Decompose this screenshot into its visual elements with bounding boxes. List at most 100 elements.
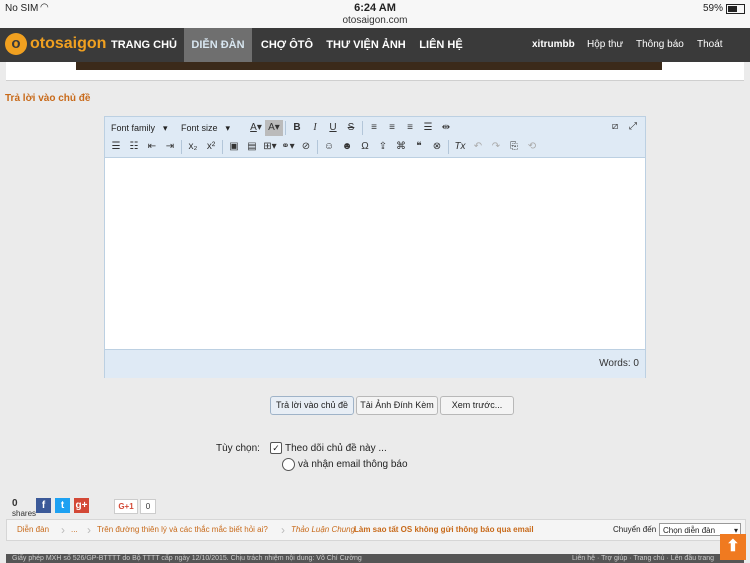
breadcrumb-subforum[interactable]: Trên đường thiên lý và các thắc mắc biết… [97,520,268,540]
upload-attachment-button[interactable]: Tải Ảnh Đính Kèm [356,396,438,415]
horizontal-rule-icon[interactable]: ⇹ [437,120,455,136]
emoji-icon[interactable]: ☻ [338,139,356,155]
username-link[interactable]: xitrumbb [532,28,575,62]
breadcrumb-forum[interactable]: Diễn đàn [17,520,49,540]
options-label: Tùy chọn: [216,443,260,454]
breadcrumb: Diễn đàn › ... › Trên đường thiên lý và … [6,519,746,541]
main-navbar: o otosaigon TRANG CHỦ DIỄN ĐÀN CHỢ ÔTÔ T… [0,28,750,62]
toolbar-divider [362,121,363,135]
twitter-share-icon[interactable]: t [55,498,70,513]
toolbar-divider [448,140,449,154]
email-notify-option[interactable]: và nhận email thông báo [282,458,408,471]
strikethrough-icon[interactable]: S [342,120,360,136]
align-left-icon[interactable]: ≡ [365,120,383,136]
clock: 6:24 AM [354,2,396,14]
logo-text: otosaigon [30,35,107,52]
font-size-label: Font size [181,123,218,133]
outdent-icon[interactable]: ⇤ [143,139,161,155]
font-family-select[interactable]: Font family ▾ [107,120,177,136]
bold-icon[interactable]: B [288,120,306,136]
special-char-icon[interactable]: Ω [356,139,374,155]
chevron-down-icon: ▾ [225,123,231,133]
footer-links[interactable]: Liên hệ · Trợ giúp · Trang chủ · Lên đầu… [572,554,714,563]
highlight-color-icon[interactable]: A▾ [265,120,283,136]
facebook-share-icon[interactable]: f [36,498,51,513]
google-plus-one-button[interactable]: G+1 [114,499,138,514]
back-to-top-icon[interactable]: ⬆ [720,534,746,560]
banner-image [76,62,662,70]
share-count: 0 [12,498,18,509]
align-center-icon[interactable]: ≡ [383,120,401,136]
checkbox-icon[interactable] [282,458,295,471]
watch-thread-option[interactable]: ✓ Theo dõi chủ đề này ... [270,442,387,454]
url-bar[interactable]: otosaigon.com [0,15,750,26]
subscript-icon[interactable]: x₂ [184,139,202,155]
google-plus-share-icon[interactable]: g+ [74,498,89,513]
numbered-list-icon[interactable]: ☷ [125,139,143,155]
site-logo[interactable]: o otosaigon [5,33,106,55]
nav-trang-chu[interactable]: TRANG CHỦ [106,28,182,62]
fullscreen-icon[interactable]: ⤢ [624,119,642,135]
breadcrumb-ellipsis[interactable]: ... [71,520,78,540]
breadcrumb-prefix[interactable]: Thảo Luận Chung [291,520,355,540]
toolbar-divider [317,140,318,154]
text-color-icon[interactable]: A▾ [247,120,265,136]
paste-icon[interactable]: ⎘ [505,139,523,155]
code-icon[interactable]: ⌘ [392,139,410,155]
chevron-right-icon: › [281,523,285,537]
bullet-list-icon[interactable]: ☰ [107,139,125,155]
breadcrumb-current-thread[interactable]: Làm sao tất OS không gửi thông báo qua e… [354,520,534,540]
preview-button[interactable]: Xem trước... [440,396,514,415]
nav-dien-dan[interactable]: DIỄN ĐÀN [184,28,252,62]
undo-icon[interactable]: ↶ [469,139,487,155]
font-family-label: Font family [111,123,156,133]
word-count: Words: 0 [599,358,639,369]
ios-status-bar: No SIM ◠ 6:24 AM otosaigon.com 59% [0,0,750,28]
nav-lien-he[interactable]: LIÊN HỆ [414,28,468,62]
toolbar-row-1: Font family ▾ Font size ▾ A▾ A▾ B I U S ≡ … [107,119,455,137]
quote-icon[interactable]: ❝ [410,139,428,155]
nav-cho-oto[interactable]: CHỢ ÔTÔ [256,28,318,62]
rich-text-editor: Font family ▾ Font size ▾ A▾ A▾ B I U S ≡ … [104,116,646,378]
toolbar-divider [285,121,286,135]
logout-link[interactable]: Thoát [697,28,723,62]
footer-license: Giấy phép MXH số 526/GP-BTTTT do Bộ TTTT… [12,555,362,562]
share-label: shares [12,509,37,518]
smiley-icon[interactable]: ☺ [320,139,338,155]
insert-link-icon[interactable]: ⚭▾ [279,139,297,155]
footer-bar: Giấy phép MXH số 526/GP-BTTTT do Bộ TTTT… [6,554,744,563]
jump-to-label: Chuyển đến [613,525,657,534]
editor-statusbar: Words: 0 [105,349,645,378]
restore-draft-icon[interactable]: ⟲ [523,139,541,155]
align-right-icon[interactable]: ≡ [401,120,419,136]
inbox-link[interactable]: Hộp thư [587,28,623,62]
indent-icon[interactable]: ⇥ [161,139,179,155]
toolbar-divider [222,140,223,154]
toolbar-row-2: ☰ ☷ ⇤ ⇥ x₂ x² ▣ ▤ ⊞▾ ⚭▾ ⊘ ☺ ☻ Ω ⇪ ⌘ ❝ ⊗ … [107,138,541,156]
unlink-icon[interactable]: ⊘ [297,139,315,155]
checkbox-checked-icon[interactable]: ✓ [270,442,282,454]
notifications-link[interactable]: Thông báo [636,28,684,62]
insert-media-icon[interactable]: ▤ [243,139,261,155]
italic-icon[interactable]: I [306,120,324,136]
underline-icon[interactable]: U [324,120,342,136]
editor-content-area[interactable] [105,158,645,349]
font-size-select[interactable]: Font size ▾ [177,120,247,136]
spoiler-icon[interactable]: ⊗ [428,139,446,155]
google-plus-count: 0 [140,499,156,514]
superscript-icon[interactable]: x² [202,139,220,155]
header-strip [6,62,744,81]
email-notify-label: và nhận email thông báo [298,459,408,470]
remove-format-icon[interactable]: Tx [451,139,469,155]
upload-icon[interactable]: ⇪ [374,139,392,155]
source-mode-icon[interactable]: ⧄ [606,119,624,135]
battery-icon [726,3,745,14]
insert-table-icon[interactable]: ⊞▾ [261,139,279,155]
section-title: Trả lời vào chủ đề [5,93,91,104]
logo-mark-icon: o [5,33,27,55]
submit-reply-button[interactable]: Trả lời vào chủ đề [270,396,354,415]
align-justify-icon[interactable]: ☰ [419,120,437,136]
insert-image-icon[interactable]: ▣ [225,139,243,155]
redo-icon[interactable]: ↷ [487,139,505,155]
nav-thu-vien-anh[interactable]: THƯ VIỆN ẢNH [322,28,410,62]
